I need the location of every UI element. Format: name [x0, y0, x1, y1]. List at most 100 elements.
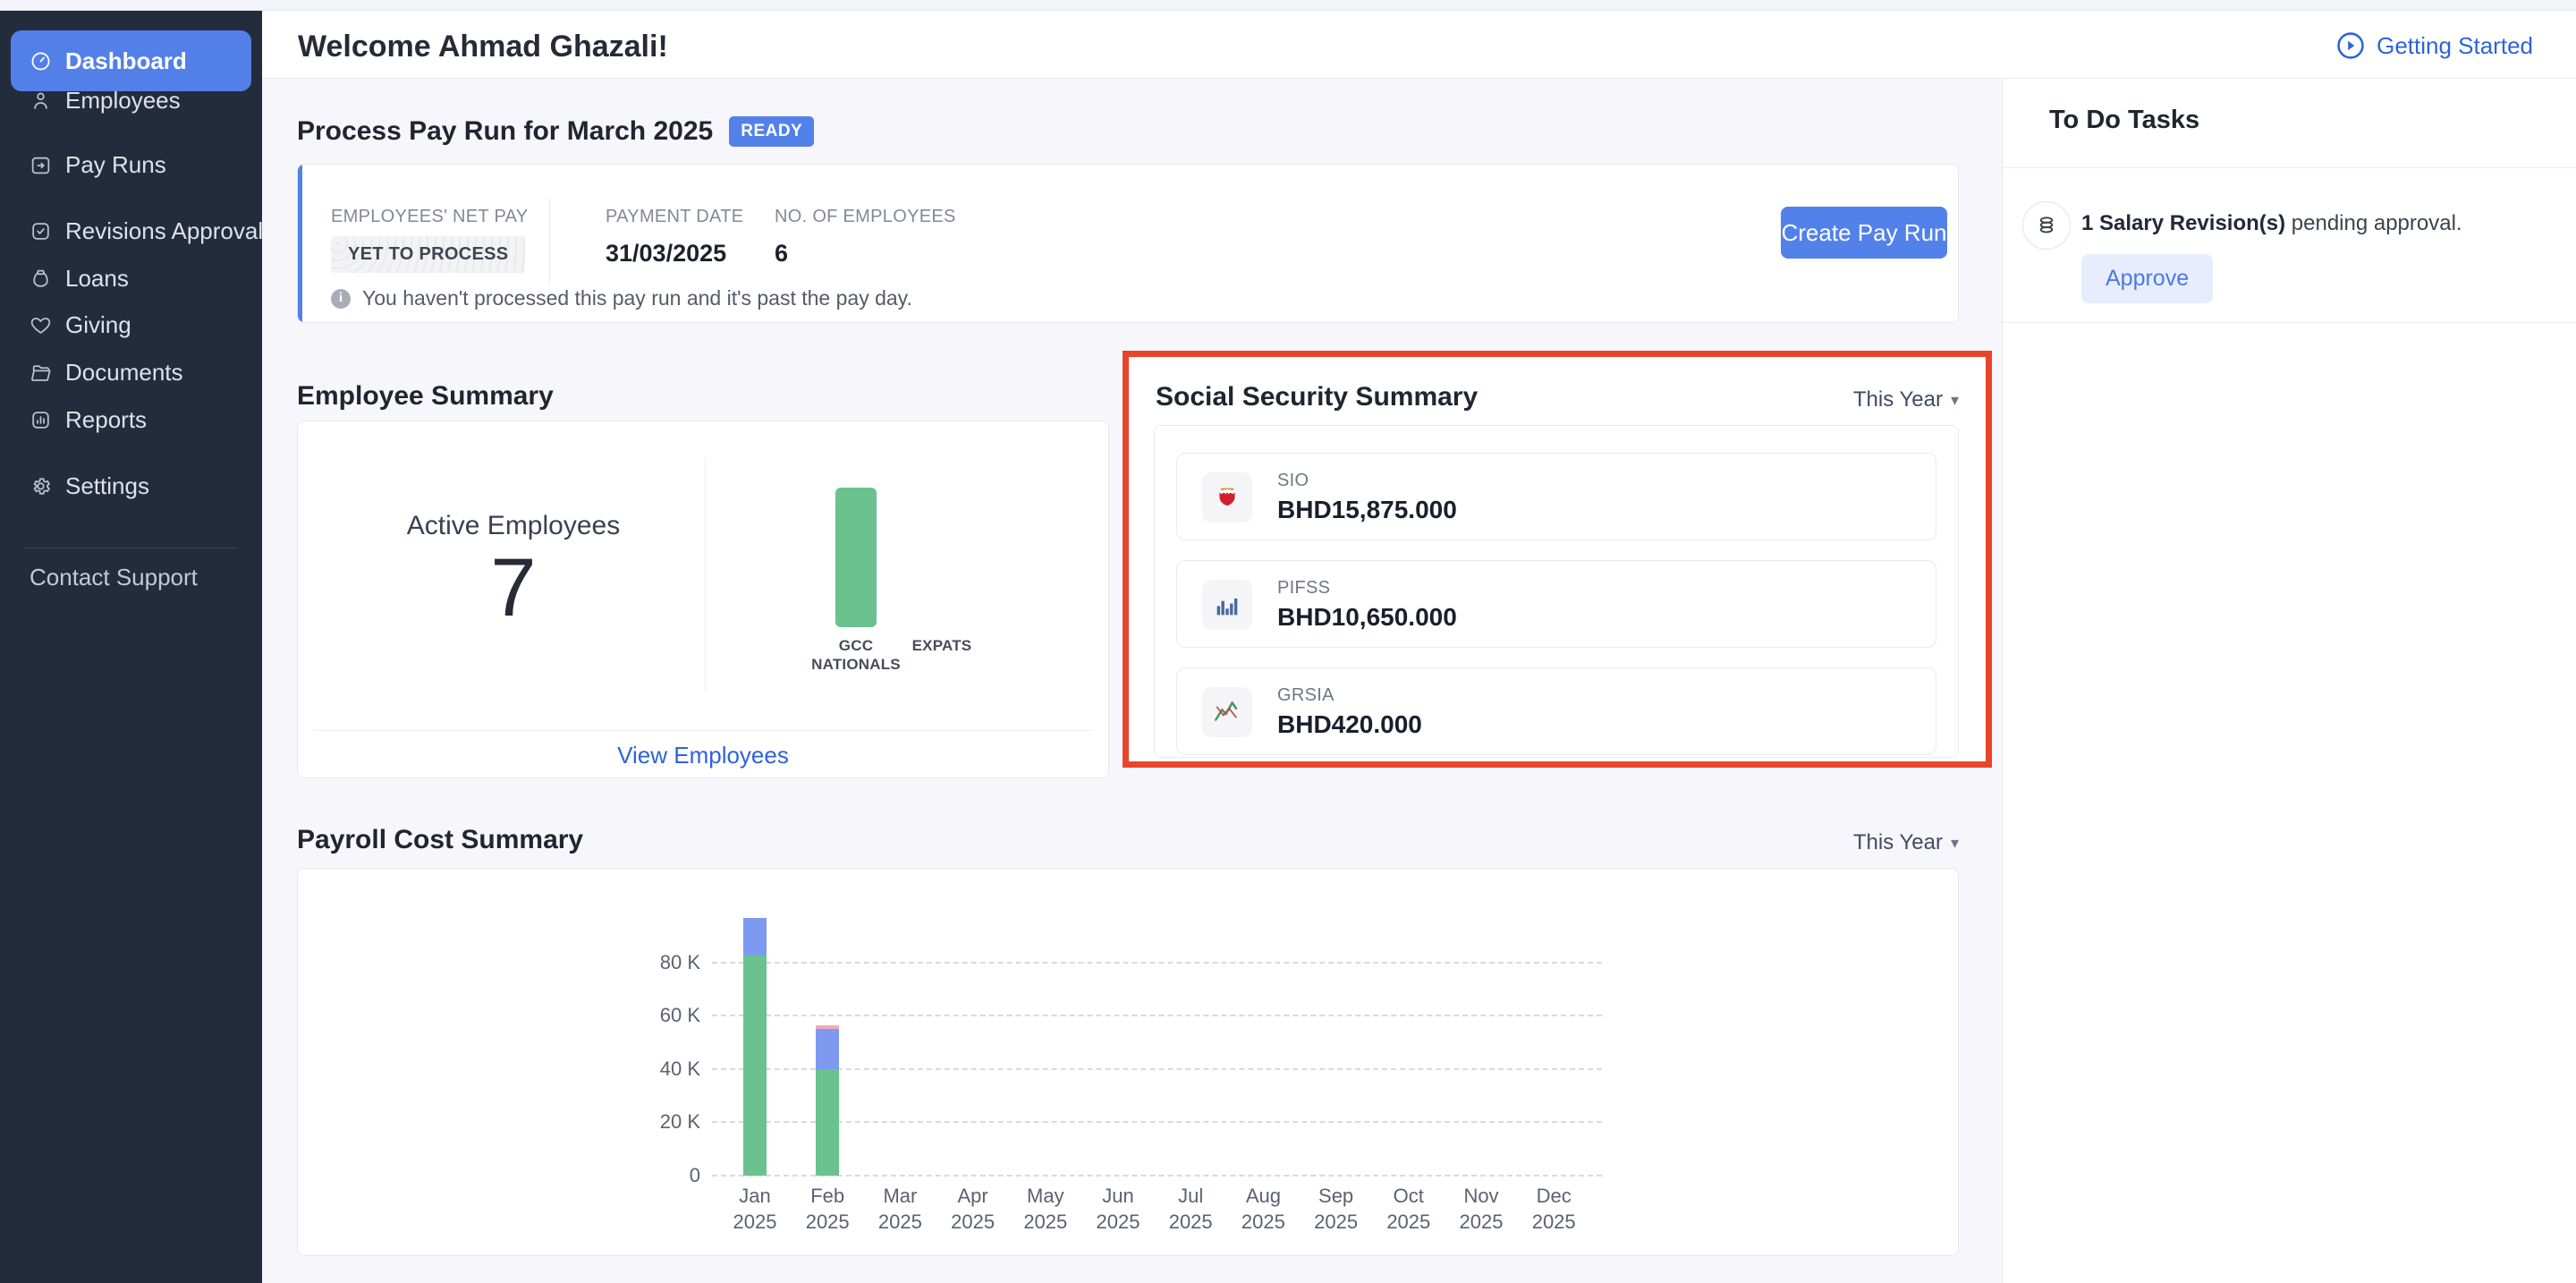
social-security-period-dropdown[interactable]: This Year ▾	[1853, 387, 1959, 412]
employee-count-label: NO. OF EMPLOYEES	[775, 207, 956, 227]
grsia-icon	[1202, 687, 1252, 737]
yet-to-process-chip: YET TO PROCESS	[331, 236, 525, 273]
reports-icon	[30, 409, 52, 431]
sio-icon	[1202, 472, 1252, 523]
main-content: Process Pay Run for March 2025READY EMPL…	[262, 79, 2002, 1283]
chart-gridline	[712, 1015, 1602, 1016]
info-icon: i	[331, 289, 351, 309]
social-security-highlight-box: Social Security Summary This Year ▾ SIO …	[1123, 351, 1992, 768]
pifss-icon	[1202, 580, 1252, 630]
loans-icon	[30, 268, 52, 290]
todo-panel: To Do Tasks 1 Salary Revision(s) pending…	[2002, 79, 2576, 1283]
contact-support-link[interactable]: Contact Support	[30, 564, 198, 591]
sidebar-item-loans[interactable]: Loans	[11, 255, 251, 302]
chart-gridline	[712, 1068, 1602, 1070]
sidebar-item-label: Giving	[65, 311, 131, 339]
sidebar: Dashboard Employees Pay Runs Revisions A…	[0, 11, 262, 1283]
chart-gridline	[712, 962, 1602, 964]
todo-task-text: 1 Salary Revision(s) pending approval.	[2081, 211, 2462, 236]
social-item-amount: BHD15,875.000	[1277, 496, 1457, 524]
employee-summary-title: Employee Summary	[297, 381, 554, 412]
sidebar-item-documents[interactable]: Documents	[11, 349, 251, 395]
sidebar-item-pay-runs[interactable]: Pay Runs	[11, 141, 251, 188]
payroll-period-value: This Year	[1853, 830, 1943, 855]
payrun-section-title: Process Pay Run for March 2025READY	[297, 116, 814, 147]
payrun-note-text: You haven't processed this pay run and i…	[362, 286, 912, 310]
chart-gridline	[712, 1175, 1602, 1177]
view-employees-link[interactable]: View Employees	[617, 742, 789, 769]
sidebar-item-label: Reports	[65, 406, 147, 434]
todo-title: To Do Tasks	[2049, 106, 2199, 135]
pay-runs-icon	[30, 154, 52, 176]
create-pay-run-button[interactable]: Create Pay Run	[1781, 207, 1947, 259]
chevron-down-icon: ▾	[1951, 391, 1959, 410]
bar-segment-green	[743, 956, 767, 1176]
payroll-dashboard-page: Dashboard Employees Pay Runs Revisions A…	[0, 0, 2576, 1283]
sidebar-item-label: Documents	[65, 359, 183, 387]
getting-started-link[interactable]: Getting Started	[2335, 30, 2533, 61]
sidebar-item-label: Revisions Approval	[65, 217, 263, 245]
dashboard-icon	[30, 50, 52, 72]
employee-count-value: 6	[775, 240, 788, 268]
payrun-card: EMPLOYEES' NET PAY YET TO PROCESS PAYMEN…	[297, 164, 1959, 323]
todo-header-divider	[2003, 167, 2576, 168]
payrun-note: i You haven't processed this pay run and…	[331, 286, 912, 310]
employee-category-label: EXPATS	[879, 636, 1004, 655]
social-security-title: Social Security Summary	[1156, 382, 1478, 412]
x-axis-month-label: Dec2025	[1504, 1184, 1603, 1235]
social-security-card: SIO BHD15,875.000	[1154, 425, 1959, 758]
employee-bar-0	[835, 488, 877, 627]
y-axis-tick-label: 0	[638, 1164, 700, 1187]
giving-icon	[30, 314, 52, 336]
sidebar-item-settings[interactable]: Settings	[11, 463, 251, 509]
todo-task-bold: 1 Salary Revision(s)	[2081, 211, 2285, 235]
social-item-code: GRSIA	[1277, 685, 1335, 706]
payrun-column-divider	[549, 199, 550, 285]
social-item-amount: BHD420.000	[1277, 710, 1422, 739]
social-security-item-sio[interactable]: SIO BHD15,875.000	[1176, 453, 1936, 540]
net-pay-label: EMPLOYEES' NET PAY	[331, 207, 528, 227]
salary-coins-icon	[2022, 201, 2071, 250]
bar-segment-blue	[743, 918, 767, 956]
ready-badge: READY	[729, 116, 814, 147]
payment-date-value: 31/03/2025	[606, 240, 726, 268]
employee-footer-divider	[314, 730, 1092, 731]
active-employees-count: 7	[379, 541, 648, 635]
sidebar-item-label: Pay Runs	[65, 151, 166, 179]
y-axis-tick-label: 40 K	[638, 1058, 700, 1081]
getting-started-label: Getting Started	[2377, 32, 2533, 60]
sidebar-item-label: Loans	[65, 265, 129, 293]
social-security-item-grsia[interactable]: GRSIA BHD420.000	[1176, 667, 1936, 755]
revisions-approval-icon	[30, 220, 52, 242]
social-security-period-value: This Year	[1853, 387, 1943, 412]
y-axis-tick-label: 20 K	[638, 1110, 700, 1134]
sidebar-item-revisions-approval[interactable]: Revisions Approval	[11, 208, 251, 254]
sidebar-item-label: Employees	[65, 87, 181, 115]
y-axis-tick-label: 60 K	[638, 1004, 700, 1027]
payroll-chart-plot: 020 K40 K60 K80 KJan2025Feb2025Mar2025Ap…	[298, 869, 1958, 1255]
payroll-period-dropdown[interactable]: This Year ▾	[1853, 830, 1959, 855]
social-item-code: PIFSS	[1277, 578, 1330, 599]
welcome-title: Welcome Ahmad Ghazali!	[298, 30, 668, 64]
payment-date-label: PAYMENT DATE	[606, 207, 743, 227]
social-item-amount: BHD10,650.000	[1277, 603, 1457, 632]
settings-icon	[30, 475, 52, 497]
top-strip	[0, 0, 2576, 11]
employee-category-chart: GCC NATIONALSEXPATS	[705, 421, 1110, 699]
social-security-item-pifss[interactable]: PIFSS BHD10,650.000	[1176, 560, 1936, 648]
play-circle-icon	[2335, 30, 2366, 61]
bar-segment-blue	[816, 1029, 839, 1069]
social-item-code: SIO	[1277, 471, 1309, 491]
chevron-down-icon: ▾	[1951, 834, 1959, 853]
bar-segment-green	[816, 1069, 839, 1176]
y-axis-tick-label: 80 K	[638, 951, 700, 974]
sidebar-item-reports[interactable]: Reports	[11, 396, 251, 443]
sidebar-item-giving[interactable]: Giving	[11, 302, 251, 348]
sidebar-item-label: Settings	[65, 472, 149, 500]
payrun-accent-bar	[298, 165, 302, 322]
todo-task-rest: pending approval.	[2285, 211, 2462, 235]
approve-button[interactable]: Approve	[2081, 254, 2213, 303]
sidebar-item-employees[interactable]: Employees	[11, 77, 251, 123]
sidebar-item-label: Dashboard	[65, 47, 187, 75]
payroll-cost-card: 020 K40 K60 K80 KJan2025Feb2025Mar2025Ap…	[297, 868, 1959, 1256]
